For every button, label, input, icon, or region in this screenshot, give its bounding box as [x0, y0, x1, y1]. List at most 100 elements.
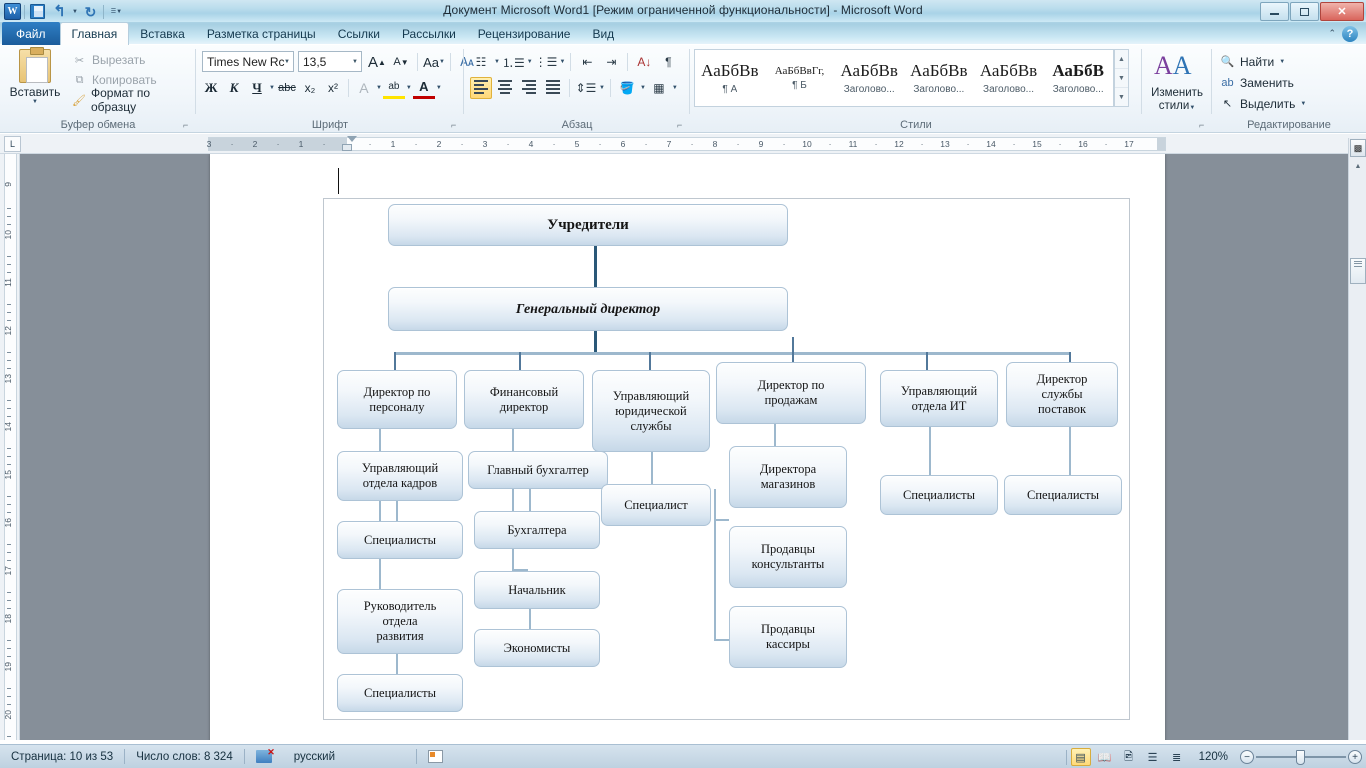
- word-count-status[interactable]: Число слов: 8 324: [125, 745, 244, 768]
- tab-file[interactable]: Файл: [2, 22, 60, 45]
- node-director-personal[interactable]: Директор по персоналу: [337, 370, 457, 429]
- multilevel-dropdown-icon[interactable]: ▼: [559, 59, 565, 65]
- view-fullscreen-reading-button[interactable]: 📖: [1095, 748, 1115, 766]
- justify-button[interactable]: [542, 77, 564, 99]
- font-dialog-launcher[interactable]: ⌐: [451, 120, 461, 130]
- maximize-button[interactable]: [1290, 2, 1319, 21]
- node-store-directors[interactable]: Директора магазинов: [729, 446, 847, 508]
- styles-dialog-launcher[interactable]: ⌐: [1199, 120, 1209, 130]
- subscript-button[interactable]: x₂: [299, 77, 321, 99]
- font-style-buttons[interactable]: Ж К Ч ▼ abc x₂ x² A ▼ ab ▼ A ▼: [200, 77, 442, 99]
- shading-button[interactable]: 🪣: [616, 77, 638, 99]
- language-status[interactable]: русский: [283, 745, 346, 768]
- font-color-button[interactable]: A: [412, 77, 435, 99]
- shading-dropdown-icon[interactable]: ▼: [640, 85, 646, 91]
- tab-home[interactable]: Главная: [59, 22, 130, 45]
- highlight-button[interactable]: ab: [382, 77, 405, 99]
- change-styles-button[interactable]: AA Изменить стили▼ ⌐: [1142, 45, 1212, 132]
- style-item-0[interactable]: АаБбВв ¶ А: [695, 50, 765, 106]
- paste-button[interactable]: Вставить ▼: [8, 47, 62, 105]
- node-dev-specialists[interactable]: Специалисты: [337, 674, 463, 712]
- numbering-button[interactable]: ⒈☰: [502, 51, 525, 73]
- chevron-down-icon[interactable]: ▼: [284, 59, 290, 65]
- node-supply-specialists[interactable]: Специалисты: [1004, 475, 1122, 515]
- zoom-thumb[interactable]: [1296, 749, 1305, 765]
- org-chart[interactable]: Учредители Генеральный директор Директор…: [323, 198, 1130, 720]
- replace-button[interactable]: ab Заменить: [1220, 72, 1306, 93]
- document-area[interactable]: Учредители Генеральный директор Директор…: [20, 154, 1366, 740]
- node-chief[interactable]: Начальник: [474, 571, 600, 609]
- browse-object-icon[interactable]: ▩: [1350, 139, 1366, 157]
- node-economists[interactable]: Экономисты: [474, 629, 600, 667]
- help-icon[interactable]: ?: [1342, 26, 1358, 42]
- grow-font-button[interactable]: A ▲: [366, 51, 388, 73]
- node-chief-accountant[interactable]: Главный бухгалтер: [468, 451, 608, 489]
- style-item-2[interactable]: АаБбВв Заголово...: [834, 50, 904, 106]
- show-formatting-marks-button[interactable]: ¶: [657, 51, 679, 73]
- select-dropdown-icon[interactable]: ▼: [1300, 101, 1306, 107]
- bullets-dropdown-icon[interactable]: ▼: [494, 59, 500, 65]
- node-sales-consultants[interactable]: Продавцы консультанты: [729, 526, 847, 588]
- node-general-director[interactable]: Генеральный директор: [388, 287, 788, 331]
- font-name-input[interactable]: Times New Rc ▼: [202, 51, 294, 72]
- close-button[interactable]: ✕: [1320, 2, 1364, 21]
- view-outline-button[interactable]: ☰: [1143, 748, 1163, 766]
- shrink-font-button[interactable]: A ▼: [390, 51, 412, 73]
- strikethrough-button[interactable]: abc: [276, 77, 298, 99]
- align-left-button[interactable]: [470, 77, 492, 99]
- node-hr-manager[interactable]: Управляющий отдела кадров: [337, 451, 463, 501]
- window-controls[interactable]: ✕: [1260, 2, 1364, 21]
- node-it-manager[interactable]: Управляющий отдела ИТ: [880, 370, 998, 427]
- tab-mailings[interactable]: Рассылки: [391, 23, 467, 45]
- styles-gallery[interactable]: АаБбВв ¶ А АаБбВвГг, ¶ Б АаБбВв Заголово…: [694, 49, 1114, 107]
- find-button[interactable]: 🔍 Найти ▼: [1220, 51, 1306, 72]
- left-indent-marker[interactable]: [342, 144, 352, 151]
- sort-button[interactable]: A↓: [633, 51, 655, 73]
- node-finance-director[interactable]: Финансовый директор: [464, 370, 584, 429]
- styles-scrollbar[interactable]: ▲ ▼ ▼: [1114, 49, 1129, 107]
- node-legal-manager[interactable]: Управляющий юридической службы: [592, 370, 710, 452]
- clipboard-dialog-launcher[interactable]: ⌐: [183, 120, 193, 130]
- page-status[interactable]: Страница: 10 из 53: [0, 745, 124, 768]
- text-effects-button[interactable]: A: [353, 77, 375, 99]
- node-sales-director[interactable]: Директор по продажам: [716, 362, 866, 424]
- borders-button[interactable]: ▦: [648, 77, 670, 99]
- bullets-button[interactable]: ☷: [470, 51, 492, 73]
- horizontal-ruler[interactable]: L 3 · 2 · 1 · 1 · 2 · 3 · 4 · 5 · 6 · 7 · 8 · 9 · 10 · 11 · 12 · 13 · 14…: [0, 134, 1366, 154]
- underline-button[interactable]: Ч: [246, 77, 268, 99]
- font-size-input[interactable]: 13,5 ▼: [298, 51, 362, 72]
- node-supply-director[interactable]: Директор службы поставок: [1006, 362, 1118, 427]
- decrease-indent-button[interactable]: ⇤: [576, 51, 598, 73]
- tab-references[interactable]: Ссылки: [327, 23, 391, 45]
- styles-scroll-down-icon[interactable]: ▼: [1115, 69, 1128, 88]
- first-line-indent-marker[interactable]: [347, 136, 357, 142]
- find-dropdown-icon[interactable]: ▼: [1279, 59, 1285, 65]
- view-print-layout-button[interactable]: ▤: [1070, 748, 1091, 766]
- align-right-button[interactable]: [518, 77, 540, 99]
- text-effects-dropdown-icon[interactable]: ▼: [376, 85, 382, 91]
- node-hr-specialists[interactable]: Специалисты: [337, 521, 463, 559]
- paste-dropdown-icon[interactable]: ▼: [8, 99, 62, 105]
- superscript-button[interactable]: x²: [322, 77, 344, 99]
- font-color-dropdown-icon[interactable]: ▼: [436, 85, 442, 91]
- line-spacing-button[interactable]: ⇕☰: [575, 77, 597, 99]
- proofing-status[interactable]: [245, 745, 283, 768]
- vertical-ruler[interactable]: 9 10 11 12 13 14 15 16 17 18 19 20: [0, 154, 20, 753]
- tab-view[interactable]: Вид: [581, 23, 625, 45]
- zoom-slider[interactable]: − +: [1240, 748, 1362, 766]
- change-case-button[interactable]: Aa ▼: [423, 51, 445, 73]
- styles-scroll-up-icon[interactable]: ▲: [1115, 50, 1128, 69]
- scrollbar-thumb[interactable]: [1350, 258, 1366, 284]
- paragraph-dialog-launcher[interactable]: ⌐: [677, 120, 687, 130]
- ribbon-tabs[interactable]: Файл Главная Вставка Разметка страницы С…: [0, 22, 1366, 45]
- style-item-3[interactable]: АаБбВв Заголово...: [904, 50, 974, 106]
- view-web-layout-button[interactable]: 🖻: [1119, 748, 1139, 766]
- line-spacing-dropdown-icon[interactable]: ▼: [599, 85, 605, 91]
- zoom-out-button[interactable]: −: [1240, 750, 1254, 764]
- vertical-scrollbar[interactable]: ▩ ▲: [1348, 138, 1366, 740]
- zoom-in-button[interactable]: +: [1348, 750, 1362, 764]
- chevron-down-icon-2[interactable]: ▼: [352, 59, 358, 65]
- increase-indent-button[interactable]: ⇥: [600, 51, 622, 73]
- numbering-dropdown-icon[interactable]: ▼: [527, 59, 533, 65]
- style-item-5[interactable]: АаБбВ Заголово...: [1043, 50, 1113, 106]
